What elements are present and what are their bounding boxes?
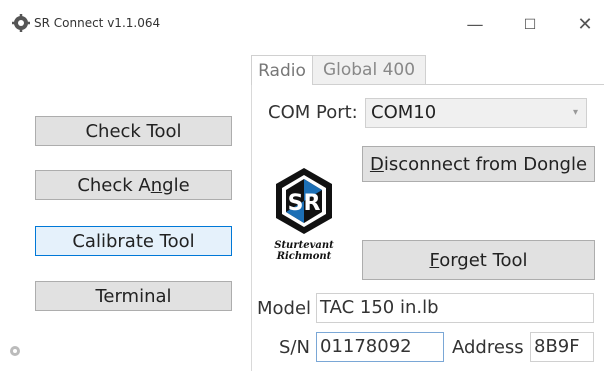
model-field[interactable]: TAC 150 in.lb — [316, 293, 594, 323]
tab-radio[interactable]: Radio — [251, 55, 313, 85]
logo-text-line1: Sturtevant — [274, 240, 334, 251]
disconnect-dongle-label: Disconnect from Dongle — [369, 153, 588, 175]
address-label: Address — [452, 337, 524, 358]
close-button[interactable]: ✕ — [565, 12, 604, 38]
forget-tool-label: Forget Tool — [429, 249, 528, 271]
check-angle-button[interactable]: Check Angle — [35, 170, 232, 200]
maximize-button[interactable]: ☐ — [510, 12, 550, 38]
tab-global-400[interactable]: Global 400 — [313, 55, 426, 85]
sturtevant-richmont-logo: SR Sturtevant Richmont — [262, 166, 346, 266]
terminal-label: Terminal — [95, 285, 172, 307]
chevron-down-icon: ▾ — [572, 107, 578, 118]
model-label: Model — [257, 298, 312, 319]
address-field[interactable]: 8B9F — [530, 332, 594, 362]
check-tool-label: Check Tool — [85, 120, 182, 142]
window-title: SR Connect v1.1.064 — [34, 16, 161, 30]
com-port-label: COM Port: — [268, 102, 358, 123]
title-bar: SR Connect v1.1.064 — ☐ ✕ — [0, 0, 604, 52]
sr-logo-icon: SR — [276, 168, 332, 234]
sn-label: S/N — [279, 337, 310, 358]
check-tool-button[interactable]: Check Tool — [35, 116, 232, 146]
minimize-button[interactable]: — — [455, 12, 495, 38]
calibrate-tool-label: Calibrate Tool — [72, 230, 195, 252]
logo-monogram: SR — [288, 191, 321, 216]
com-port-value: COM10 — [371, 102, 437, 123]
com-port-select[interactable]: COM10 ▾ — [365, 98, 587, 128]
disconnect-dongle-button[interactable]: Disconnect from Dongle — [362, 146, 595, 182]
app-gear-icon — [12, 14, 30, 32]
calibrate-tool-button[interactable]: Calibrate Tool — [35, 226, 232, 256]
terminal-button[interactable]: Terminal — [35, 281, 232, 311]
logo-text-line2: Richmont — [276, 251, 332, 262]
check-angle-label: Check Angle — [77, 174, 190, 196]
serial-number-field[interactable]: 01178092 — [316, 332, 444, 362]
status-gear-icon — [10, 346, 20, 356]
forget-tool-button[interactable]: Forget Tool — [362, 240, 595, 280]
